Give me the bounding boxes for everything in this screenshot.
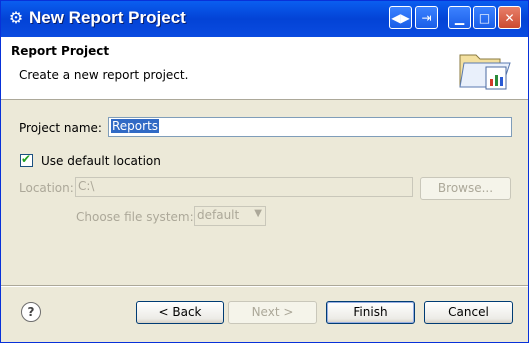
location-field[interactable]: C:\ bbox=[75, 177, 413, 197]
close-icon: ✕ bbox=[504, 11, 515, 25]
next-button[interactable]: Next > bbox=[228, 301, 317, 324]
expand-arrows-icon: ◀▶ bbox=[391, 11, 410, 25]
page-description: Create a new report project. bbox=[19, 68, 189, 82]
cancel-button[interactable]: Cancel bbox=[424, 301, 513, 324]
detach-button[interactable]: ⇥ bbox=[415, 6, 438, 29]
page-title: Report Project bbox=[11, 44, 110, 58]
close-button[interactable]: ✕ bbox=[498, 6, 521, 29]
project-name-value: Reports bbox=[111, 119, 160, 133]
maximize-button[interactable]: □ bbox=[473, 6, 496, 29]
detach-icon: ⇥ bbox=[421, 11, 432, 25]
report-folder-icon bbox=[459, 54, 511, 90]
use-default-checkbox[interactable]: ✔ bbox=[20, 152, 33, 167]
finish-button[interactable]: Finish bbox=[326, 301, 415, 324]
title-bar[interactable]: ⚙ New Report Project ◀▶ ⇥ ▁ □ ✕ bbox=[1, 1, 528, 37]
minimize-button[interactable]: ▁ bbox=[448, 6, 471, 29]
wizard-header: Report Project Create a new report proje… bbox=[1, 37, 528, 100]
filesystem-label: Choose file system: bbox=[76, 210, 194, 224]
project-name-label: Project name: bbox=[19, 121, 102, 135]
back-button[interactable]: < Back bbox=[136, 301, 224, 324]
new-report-project-window: ⚙ New Report Project ◀▶ ⇥ ▁ □ ✕ Report P… bbox=[0, 0, 529, 343]
use-default-label: Use default location bbox=[41, 154, 161, 168]
filesystem-value: default bbox=[197, 208, 240, 222]
chevron-down-icon: ▼ bbox=[254, 208, 262, 219]
footer-separator bbox=[1, 285, 528, 287]
minimize-icon: ▁ bbox=[454, 11, 465, 25]
checkmark-icon: ✔ bbox=[21, 152, 32, 166]
gear-icon: ⚙ bbox=[8, 8, 24, 27]
help-icon[interactable]: ? bbox=[21, 302, 41, 322]
window-title: New Report Project bbox=[29, 8, 186, 27]
filesystem-select[interactable]: default ▼ bbox=[194, 206, 266, 226]
project-name-field[interactable]: Reports bbox=[108, 117, 512, 137]
browse-button[interactable]: Browse... bbox=[420, 177, 511, 200]
maximize-icon: □ bbox=[478, 11, 491, 25]
fast-view-button[interactable]: ◀▶ bbox=[389, 6, 412, 29]
location-label: Location: bbox=[19, 181, 74, 195]
